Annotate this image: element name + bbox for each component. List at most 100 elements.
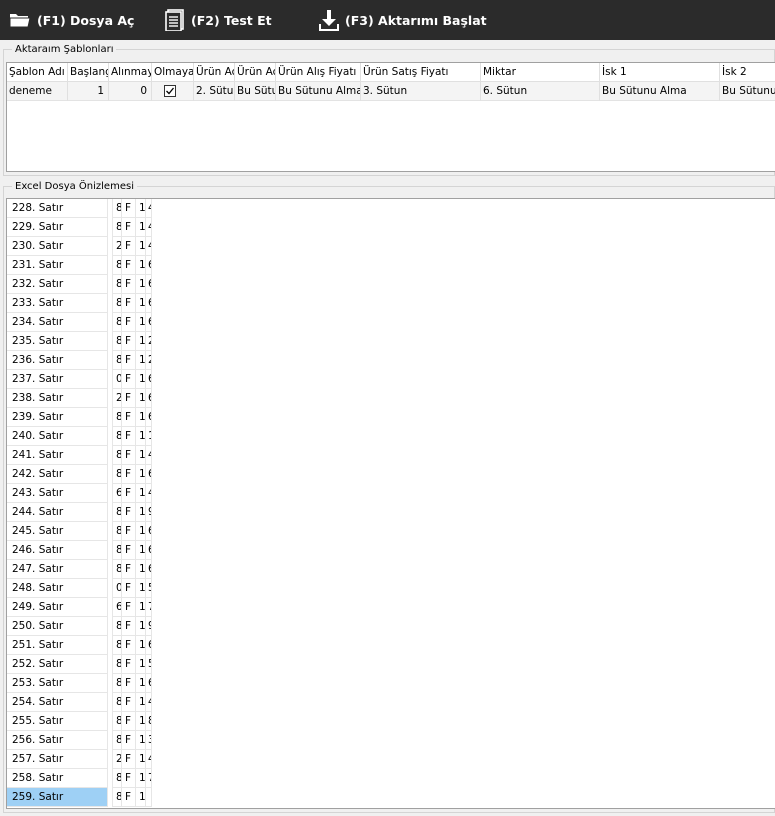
row-header[interactable]: 258. Satır <box>7 769 108 788</box>
preview-cell[interactable]: 8 <box>112 275 122 294</box>
row-header[interactable]: 228. Satır <box>7 199 108 218</box>
preview-cell[interactable]: 4 <box>146 218 152 237</box>
row-header[interactable]: 247. Satır <box>7 560 108 579</box>
buy-price-cell[interactable]: Bu Sütunu Alma <box>276 82 361 101</box>
preview-cell[interactable]: F <box>122 788 136 807</box>
preview-cell[interactable]: 8 <box>112 541 122 560</box>
start-transfer-button[interactable]: (F3) Aktarımı Başlat <box>319 0 487 40</box>
preview-cell[interactable]: 1 <box>136 275 146 294</box>
preview-cell[interactable]: 4 <box>146 693 152 712</box>
preview-cell[interactable]: 1 <box>136 503 146 522</box>
preview-cell[interactable]: 8 <box>112 218 122 237</box>
row-header[interactable]: 229. Satır <box>7 218 108 237</box>
quantity-cell[interactable]: 6. Sütun <box>481 82 600 101</box>
preview-cell[interactable]: 6 <box>146 674 152 693</box>
row-header[interactable]: 242. Satır <box>7 465 108 484</box>
preview-cell[interactable]: 1 <box>136 370 146 389</box>
preview-cell[interactable]: F <box>122 199 136 218</box>
missing-checkbox[interactable] <box>164 85 176 97</box>
preview-cell[interactable]: 8 <box>112 617 122 636</box>
templates-grid[interactable]: Şablon Adı Başlang Alınmay Olmaya Ürün A… <box>6 62 775 172</box>
preview-cell[interactable]: 8 <box>112 294 122 313</box>
column-header[interactable]: Başlang <box>68 63 109 82</box>
preview-cell[interactable]: F <box>122 693 136 712</box>
product-column-cell[interactable]: Bu Sütun <box>235 82 276 101</box>
preview-cell[interactable]: F <box>122 237 136 256</box>
preview-cell[interactable]: 8 <box>112 560 122 579</box>
row-header[interactable]: 240. Satır <box>7 427 108 446</box>
preview-cell[interactable]: F <box>122 484 136 503</box>
preview-cell[interactable]: F <box>122 370 136 389</box>
preview-cell[interactable]: 9 <box>146 503 152 522</box>
preview-cell[interactable]: 8 <box>112 427 122 446</box>
preview-cell[interactable]: 8 <box>112 408 122 427</box>
column-header[interactable]: Miktar <box>481 63 600 82</box>
preview-cell[interactable]: 1 <box>136 408 146 427</box>
row-header[interactable]: 243. Satır <box>7 484 108 503</box>
preview-cell[interactable]: 1 <box>136 636 146 655</box>
template-row[interactable]: deneme 1 0 2. Sütun Bu Sütun Bu Sütunu A… <box>7 82 775 101</box>
product-column-cell[interactable]: 2. Sütun <box>194 82 235 101</box>
preview-cell[interactable]: F <box>122 541 136 560</box>
preview-cell[interactable]: F <box>122 750 136 769</box>
preview-cell[interactable]: F <box>122 389 136 408</box>
column-header[interactable]: Alınmay <box>109 63 152 82</box>
column-header[interactable]: Olmaya <box>152 63 194 82</box>
row-header[interactable]: 248. Satır <box>7 579 108 598</box>
preview-row[interactable]: 249. Satır6F17 <box>7 598 152 617</box>
preview-row[interactable]: 247. Satır8F16 <box>7 560 152 579</box>
preview-cell[interactable]: F <box>122 465 136 484</box>
row-header[interactable]: 249. Satır <box>7 598 108 617</box>
preview-cell[interactable]: 1 <box>136 218 146 237</box>
preview-row[interactable]: 229. Satır8F14 <box>7 218 152 237</box>
preview-cell[interactable]: 1 <box>136 788 146 807</box>
preview-cell[interactable]: 2 <box>112 389 122 408</box>
preview-cell[interactable]: 4 <box>146 446 152 465</box>
preview-cell[interactable]: 8 <box>112 693 122 712</box>
preview-cell[interactable]: F <box>122 446 136 465</box>
preview-cell[interactable]: F <box>122 313 136 332</box>
skip-rows-cell[interactable]: 0 <box>109 82 152 101</box>
row-header[interactable]: 246. Satır <box>7 541 108 560</box>
preview-cell[interactable]: 1 <box>146 427 152 446</box>
preview-cell[interactable]: 6 <box>146 294 152 313</box>
preview-cell[interactable]: 1 <box>136 560 146 579</box>
preview-row[interactable]: 252. Satır8F15 <box>7 655 152 674</box>
preview-cell[interactable]: 1 <box>136 294 146 313</box>
preview-cell[interactable]: 1 <box>136 693 146 712</box>
row-header[interactable]: 239. Satır <box>7 408 108 427</box>
preview-row[interactable]: 231. Satır8F16 <box>7 256 152 275</box>
preview-cell[interactable]: 6 <box>146 541 152 560</box>
preview-cell[interactable]: 6 <box>146 408 152 427</box>
preview-row[interactable]: 251. Satır8F16 <box>7 636 152 655</box>
preview-cell[interactable]: 1 <box>136 750 146 769</box>
preview-cell[interactable]: F <box>122 503 136 522</box>
preview-row[interactable]: 253. Satır8F16 <box>7 674 152 693</box>
preview-cell[interactable]: F <box>122 256 136 275</box>
preview-cell[interactable]: 8 <box>112 655 122 674</box>
template-name-cell[interactable]: deneme <box>7 82 68 101</box>
preview-cell[interactable]: 6 <box>146 256 152 275</box>
preview-cell[interactable]: 1 <box>136 769 146 788</box>
preview-cell[interactable]: 1 <box>136 674 146 693</box>
preview-cell[interactable]: 1 <box>136 351 146 370</box>
preview-cell[interactable]: 4 <box>146 199 152 218</box>
preview-row[interactable]: 259. Satır8F1 <box>7 788 152 807</box>
preview-cell[interactable]: 1 <box>136 579 146 598</box>
preview-row[interactable]: 255. Satır8F18 <box>7 712 152 731</box>
preview-cell[interactable]: 6 <box>146 370 152 389</box>
preview-cell[interactable]: 3 <box>146 731 152 750</box>
preview-row[interactable]: 242. Satır8F16 <box>7 465 152 484</box>
discount-1-cell[interactable]: Bu Sütunu Alma <box>600 82 720 101</box>
column-header[interactable]: Ürün Alış Fiyatı <box>276 63 361 82</box>
preview-cell[interactable]: F <box>122 427 136 446</box>
preview-cell[interactable]: 6 <box>146 522 152 541</box>
preview-cell[interactable]: 6 <box>146 465 152 484</box>
open-file-button[interactable]: (F1) Dosya Aç <box>9 0 134 40</box>
preview-cell[interactable]: F <box>122 218 136 237</box>
preview-cell[interactable]: 1 <box>136 712 146 731</box>
preview-cell[interactable]: 2 <box>112 237 122 256</box>
preview-cell[interactable]: 8 <box>112 256 122 275</box>
preview-cell[interactable]: 1 <box>136 256 146 275</box>
preview-cell[interactable]: 8 <box>112 769 122 788</box>
